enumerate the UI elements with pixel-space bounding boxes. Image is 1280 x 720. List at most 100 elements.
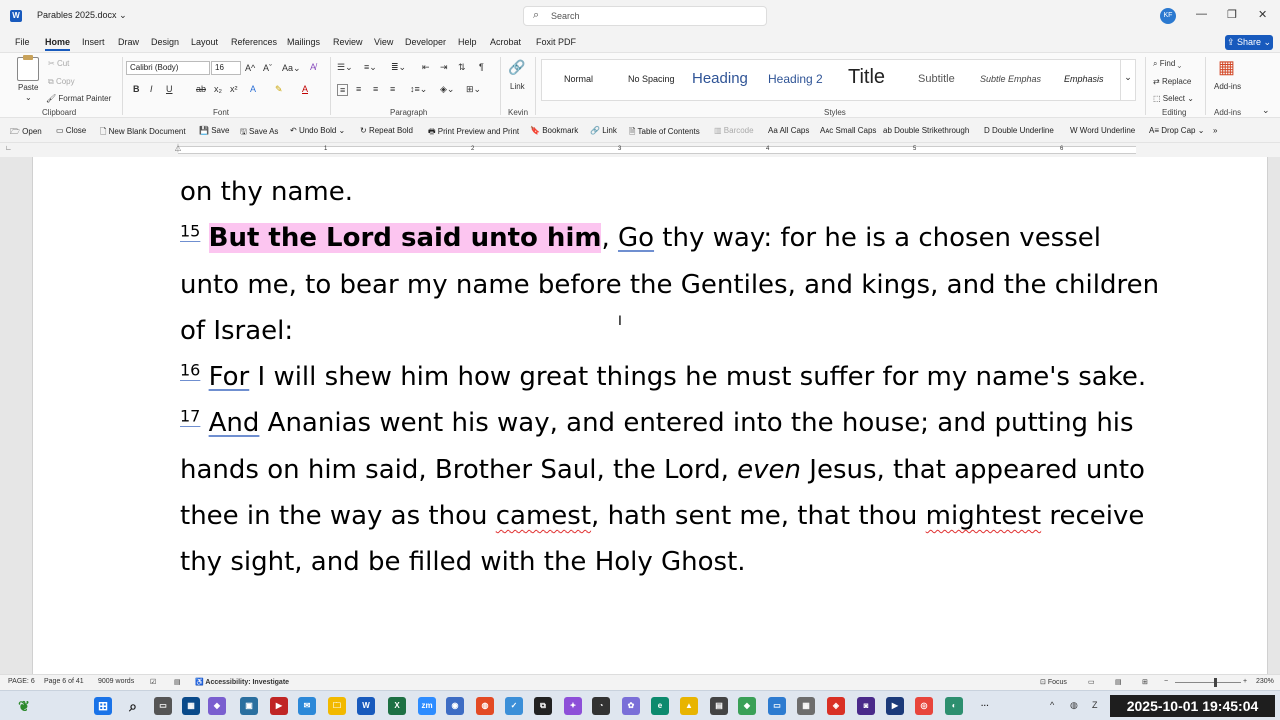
tab-review[interactable]: Review: [333, 37, 363, 47]
style-heading-2[interactable]: Heading 2: [768, 72, 823, 86]
style-subtle-emphasis[interactable]: Subtle Emphas: [980, 74, 1041, 84]
app-icon[interactable]: ✉: [298, 697, 316, 715]
qat-link[interactable]: 🔗 Link: [590, 126, 617, 135]
more-icon[interactable]: ···: [976, 697, 994, 715]
document-title[interactable]: Parables 2025.docx ⌄: [37, 10, 127, 21]
replace-button[interactable]: ⇄ Replace: [1153, 77, 1191, 86]
task-view-icon[interactable]: ▭: [154, 697, 172, 715]
shading-icon[interactable]: ◈⌄: [440, 84, 454, 95]
indent-marker-icon[interactable]: ⏃: [174, 143, 182, 154]
select-button[interactable]: ⬚ Select ⌄: [1153, 94, 1194, 103]
superscript-button[interactable]: x²: [230, 84, 238, 94]
chrome-icon[interactable]: ◎: [915, 697, 933, 715]
subscript-button[interactable]: x₂: [214, 84, 222, 94]
widgets-icon[interactable]: ❦: [15, 697, 33, 715]
app-icon[interactable]: ◆: [208, 697, 226, 715]
qat-new-blank-document[interactable]: 🗋 New Blank Document: [100, 126, 186, 140]
multilevel-list-icon[interactable]: ≣⌄: [391, 62, 406, 73]
qat-open[interactable]: 🗁 Open: [10, 126, 42, 140]
tab-references[interactable]: References: [231, 37, 277, 47]
qat-undo-bold[interactable]: ↶ Undo Bold ⌄: [290, 126, 345, 135]
app-icon[interactable]: ✦: [564, 697, 582, 715]
tray-app-icon[interactable]: ◍: [1070, 700, 1078, 711]
avatar[interactable]: KF: [1160, 8, 1176, 24]
print-layout-icon[interactable]: ▤: [1115, 678, 1122, 686]
app-icon[interactable]: ▦: [182, 697, 200, 715]
align-center-icon[interactable]: ≡: [356, 84, 361, 94]
document-page[interactable]: on thy name. 15 But the Lord said unto h…: [32, 157, 1268, 674]
app-icon[interactable]: ◙: [857, 697, 875, 715]
style-heading[interactable]: Heading: [692, 70, 748, 87]
text-effects-icon[interactable]: A: [250, 84, 256, 94]
file-explorer-icon[interactable]: 🗀: [328, 697, 346, 715]
start-icon[interactable]: ⊞: [94, 697, 112, 715]
app-icon[interactable]: ▶: [270, 697, 288, 715]
app-icon[interactable]: ▭: [768, 697, 786, 715]
style-normal[interactable]: Normal: [564, 74, 593, 84]
font-name-select[interactable]: Calibri (Body): [126, 61, 210, 75]
link-icon[interactable]: 🔗: [508, 59, 525, 76]
share-button[interactable]: ⇪ Share ⌄: [1225, 35, 1273, 50]
copilot-icon[interactable]: ✿: [622, 697, 640, 715]
zoom-level[interactable]: 230%: [1256, 678, 1274, 685]
change-case-button[interactable]: Aa⌄: [282, 63, 301, 74]
app-icon[interactable]: ▦: [797, 697, 815, 715]
style-no-spacing[interactable]: No Spacing: [628, 74, 675, 84]
style-emphasis[interactable]: Emphasis: [1064, 74, 1104, 84]
tab-draw[interactable]: Draw: [118, 37, 139, 47]
underline-button[interactable]: U: [166, 84, 173, 94]
increase-indent-icon[interactable]: ⇥: [440, 62, 448, 73]
zoom-slider-thumb[interactable]: [1214, 678, 1217, 687]
show-marks-icon[interactable]: ¶: [479, 62, 484, 72]
qat-bookmark[interactable]: 🔖 Bookmark: [530, 126, 578, 135]
qat-save[interactable]: 💾 Save: [199, 126, 229, 135]
cut-button[interactable]: ✂ Cut: [48, 59, 69, 68]
verse-link[interactable]: For: [209, 362, 250, 392]
numbering-icon[interactable]: ≡⌄: [364, 62, 377, 73]
web-layout-icon[interactable]: ⊞: [1142, 678, 1148, 686]
clear-formatting-icon[interactable]: A̸: [310, 62, 316, 72]
proofing-icon[interactable]: ☑: [150, 678, 156, 686]
qat-save-as[interactable]: 🖫 Save As: [240, 126, 278, 140]
read-mode-icon[interactable]: ▭: [1088, 678, 1095, 686]
link-button[interactable]: Link: [510, 82, 525, 91]
grow-font-button[interactable]: A^: [245, 63, 255, 73]
focus-button[interactable]: ⊡ Focus: [1040, 678, 1067, 686]
qat-repeat-bold[interactable]: ↻ Repeat Bold: [360, 126, 413, 135]
borders-icon[interactable]: ⊞⌄: [466, 84, 481, 95]
zoom-icon[interactable]: zm: [418, 697, 436, 715]
app-icon[interactable]: ▲: [680, 697, 698, 715]
zoom-slider[interactable]: [1175, 682, 1241, 683]
align-right-icon[interactable]: ≡: [373, 84, 378, 94]
copy-button[interactable]: ⧉ Copy: [48, 77, 75, 87]
excel-icon[interactable]: X: [388, 697, 406, 715]
italic-button[interactable]: I: [150, 84, 153, 94]
tab-acrobat[interactable]: Acrobat: [490, 37, 521, 47]
page-indicator[interactable]: PAGE: 6: [8, 678, 35, 685]
tab-developer[interactable]: Developer: [405, 37, 446, 47]
qat-word-underline[interactable]: W Word Underline: [1070, 126, 1135, 135]
qat-all-caps[interactable]: Aa All Caps: [768, 126, 809, 135]
tab-mailings[interactable]: Mailings: [287, 37, 320, 47]
bold-button[interactable]: B: [133, 84, 140, 94]
app-icon[interactable]: ⧉: [534, 697, 552, 715]
collapse-ribbon-icon[interactable]: ⌄: [1262, 105, 1270, 116]
highlight-color-icon[interactable]: ✎: [275, 84, 283, 95]
system-clock[interactable]: 2025-10-01 19:45:04: [1110, 695, 1275, 717]
qat-close[interactable]: ▭ Close: [56, 126, 86, 135]
tab-file[interactable]: File: [15, 37, 30, 47]
bullets-icon[interactable]: ☰⌄: [337, 62, 353, 73]
app-icon[interactable]: ▤: [710, 697, 728, 715]
tab-design[interactable]: Design: [151, 37, 179, 47]
restore-button[interactable]: ❐: [1227, 8, 1237, 21]
app-icon[interactable]: ◉: [446, 697, 464, 715]
qat-double-strikethrough[interactable]: ab Double Strikethrough: [883, 126, 969, 135]
word-count[interactable]: 9009 words: [98, 678, 134, 685]
search-box[interactable]: ⌕ Search: [523, 6, 767, 26]
app-icon[interactable]: ◍: [476, 697, 494, 715]
ruler-track[interactable]: [178, 146, 1136, 154]
word-icon[interactable]: W: [357, 697, 375, 715]
edge-icon[interactable]: e: [651, 697, 669, 715]
tray-app-icon[interactable]: Z: [1092, 700, 1098, 710]
close-button[interactable]: ✕: [1258, 8, 1267, 21]
